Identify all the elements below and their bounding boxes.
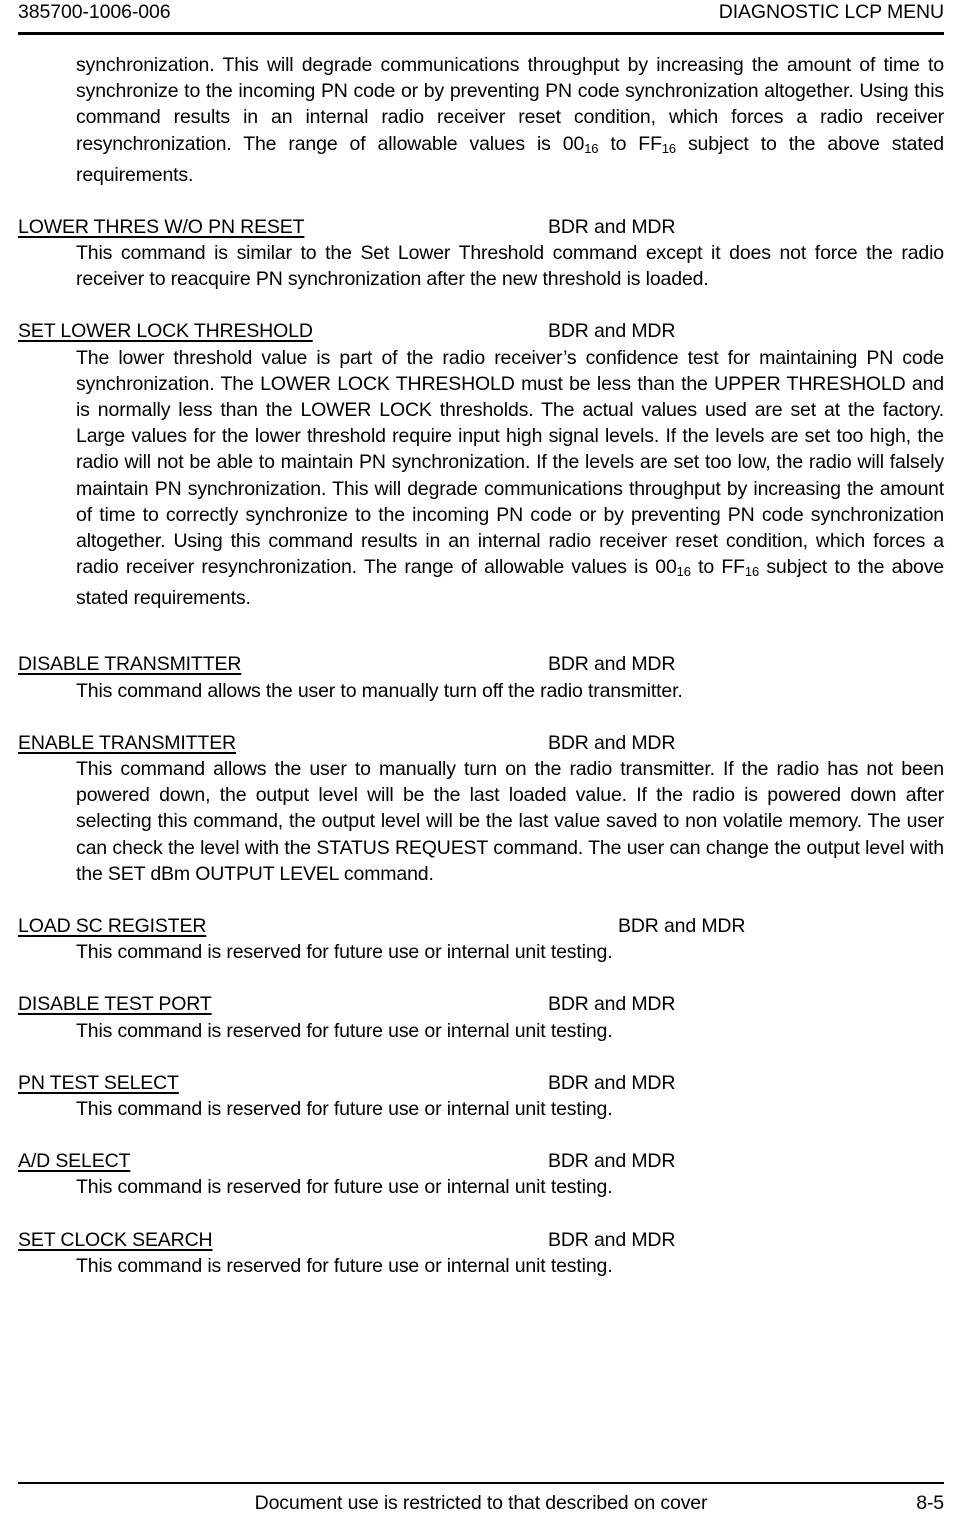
command-applies-to: BDR and MDR xyxy=(548,731,676,754)
command-description: The lower threshold value is part of the… xyxy=(18,345,944,612)
command-description: This command is reserved for future use … xyxy=(76,941,613,964)
command-title: ENABLE TRANSMITTER xyxy=(18,731,236,754)
command-section-load-sc-register: LOAD SC REGISTER BDR and MDR This comman… xyxy=(18,913,944,965)
command-title: DISABLE TEST PORT xyxy=(18,993,212,1016)
command-title: DISABLE TRANSMITTER xyxy=(18,653,242,676)
command-description: This command allows the user to manually… xyxy=(76,758,944,885)
command-applies-to: BDR and MDR xyxy=(548,1228,676,1251)
command-applies-to: BDR and MDR xyxy=(618,915,746,938)
footer-rule xyxy=(18,1482,944,1484)
command-heading: SET CLOCK SEARCH BDR and MDR xyxy=(18,1227,944,1253)
document-number: 385700-1006-006 xyxy=(18,1,171,23)
command-subscript-2: 16 xyxy=(744,564,759,580)
command-applies-to: BDR and MDR xyxy=(548,993,676,1016)
command-heading: DISABLE TEST PORT BDR and MDR xyxy=(18,991,944,1017)
page-footer: Document use is restricted to that descr… xyxy=(18,1482,944,1516)
command-section-set-lower-lock-threshold: SET LOWER LOCK THRESHOLD BDR and MDR The… xyxy=(18,318,944,611)
command-description-part1: The lower threshold value is part of the… xyxy=(76,346,944,579)
command-applies-to: BDR and MDR xyxy=(548,653,676,676)
command-title: SET CLOCK SEARCH xyxy=(18,1228,213,1251)
command-description: This command allows the user to manually… xyxy=(76,679,683,702)
command-description: This command is similar to the Set Lower… xyxy=(76,242,944,291)
command-heading: A/D SELECT BDR and MDR xyxy=(18,1148,944,1174)
command-title: SET LOWER LOCK THRESHOLD xyxy=(18,320,313,343)
page-number: 8-5 xyxy=(916,1492,944,1514)
intro-text-part2: to FF xyxy=(598,132,662,155)
command-title: LOAD SC REGISTER xyxy=(18,915,207,938)
command-description: This command is reserved for future use … xyxy=(76,1176,613,1199)
command-heading: LOAD SC REGISTER BDR and MDR xyxy=(18,913,944,939)
page-header: 385700-1006-006 DIAGNOSTIC LCP MENU xyxy=(18,0,944,44)
command-title: LOWER THRES W/O PN RESET xyxy=(18,215,305,238)
intro-subscript-2: 16 xyxy=(661,140,676,156)
command-heading: ENABLE TRANSMITTER BDR and MDR xyxy=(18,730,944,756)
command-description: This command is reserved for future use … xyxy=(76,1098,613,1121)
intro-paragraph: synchronization. This will degrade commu… xyxy=(18,52,944,188)
command-title: PN TEST SELECT xyxy=(18,1071,179,1094)
command-section-pn-test-select: PN TEST SELECT BDR and MDR This command … xyxy=(18,1070,944,1122)
command-section-ad-select: A/D SELECT BDR and MDR This command is r… xyxy=(18,1148,944,1200)
command-applies-to: BDR and MDR xyxy=(548,320,676,343)
command-description: This command is reserved for future use … xyxy=(76,1019,613,1042)
footer-notice: Document use is restricted to that descr… xyxy=(254,1492,708,1514)
document-title: DIAGNOSTIC LCP MENU xyxy=(718,1,944,23)
command-heading: LOWER THRES W/O PN RESET BDR and MDR xyxy=(18,214,944,240)
intro-subscript-1: 16 xyxy=(584,140,599,156)
command-applies-to: BDR and MDR xyxy=(548,215,676,238)
command-section-lower-thres-wo-pn-reset: LOWER THRES W/O PN RESET BDR and MDR Thi… xyxy=(18,214,944,293)
command-heading: SET LOWER LOCK THRESHOLD BDR and MDR xyxy=(18,318,944,344)
command-applies-to: BDR and MDR xyxy=(548,1071,676,1094)
page-content: synchronization. This will degrade commu… xyxy=(18,52,944,1279)
command-heading: PN TEST SELECT BDR and MDR xyxy=(18,1070,944,1096)
command-section-enable-transmitter: ENABLE TRANSMITTER BDR and MDR This comm… xyxy=(18,730,944,887)
command-applies-to: BDR and MDR xyxy=(548,1150,676,1173)
command-description-part2: to FF xyxy=(690,556,745,579)
command-section-disable-test-port: DISABLE TEST PORT BDR and MDR This comma… xyxy=(18,991,944,1043)
command-heading: DISABLE TRANSMITTER BDR and MDR xyxy=(18,651,944,677)
command-description: This command is reserved for future use … xyxy=(76,1254,613,1277)
document-page: 385700-1006-006 DIAGNOSTIC LCP MENU sync… xyxy=(0,0,962,1534)
command-section-disable-transmitter: DISABLE TRANSMITTER BDR and MDR This com… xyxy=(18,651,944,703)
header-rule xyxy=(18,32,944,35)
command-title: A/D SELECT xyxy=(18,1150,131,1173)
command-section-set-clock-search: SET CLOCK SEARCH BDR and MDR This comman… xyxy=(18,1227,944,1279)
command-subscript-1: 16 xyxy=(676,564,691,580)
